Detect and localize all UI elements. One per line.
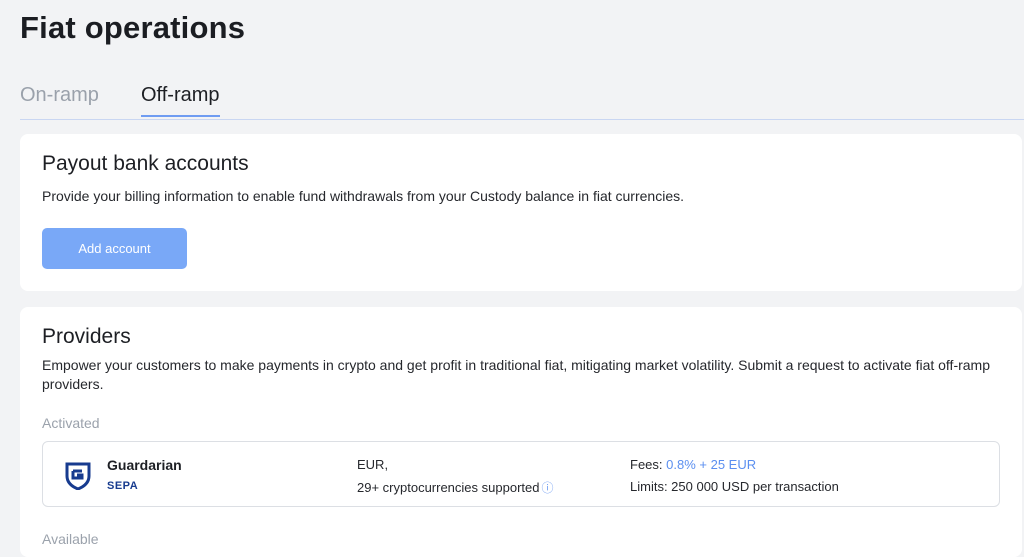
fees-value: 0.8% + 25 EUR	[666, 457, 757, 472]
provider-fees: Fees: 0.8% + 25 EUR	[630, 457, 756, 472]
available-label: Available	[42, 531, 99, 547]
providers-title: Providers	[42, 325, 131, 348]
tab-on-ramp[interactable]: On-ramp	[20, 84, 99, 115]
fees-label: Fees:	[630, 457, 663, 472]
tabs: On-ramp Off-ramp	[20, 80, 1024, 120]
payout-card: Payout bank accounts Provide your billin…	[20, 134, 1022, 291]
provider-limits: Limits: 250 000 USD per transaction	[630, 479, 839, 494]
provider-crypto-text: 29+ cryptocurrencies supported	[357, 480, 540, 495]
payout-title: Payout bank accounts	[42, 152, 249, 175]
provider-name: Guardarian	[107, 457, 182, 473]
sepa-badge: SEPA	[107, 480, 138, 492]
tab-off-ramp[interactable]: Off-ramp	[141, 84, 220, 117]
info-icon[interactable]: ⓘ	[541, 481, 553, 495]
activated-label: Activated	[42, 415, 100, 431]
sepa-text: SEPA	[107, 480, 139, 492]
provider-crypto: 29+ cryptocurrencies supported ⓘ	[357, 479, 553, 496]
providers-description: Empower your customers to make payments …	[42, 357, 991, 392]
provider-currencies: EUR,	[357, 457, 389, 472]
page-title: Fiat operations	[20, 10, 246, 45]
add-account-button[interactable]: Add account	[42, 228, 187, 269]
payout-description: Provide your billing information to enab…	[42, 188, 684, 204]
providers-card: Providers Empower your customers to make…	[20, 307, 1022, 557]
provider-row-guardarian[interactable]: Guardarian SEPA EUR, 29+ cryptocurrencie…	[42, 441, 1000, 507]
guardarian-logo-icon	[65, 462, 91, 490]
